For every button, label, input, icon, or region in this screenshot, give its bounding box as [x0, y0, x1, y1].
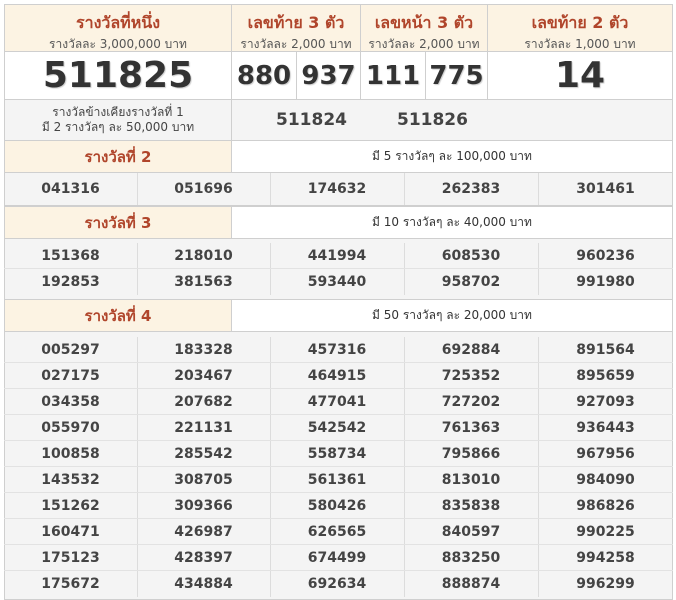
- prize4-number: 221131: [137, 415, 271, 441]
- prize4-number: 309366: [137, 493, 271, 519]
- prize4-number: 151262: [4, 493, 138, 519]
- side-prize-number-1: 511824: [276, 110, 347, 130]
- prize2-number: 051696: [137, 173, 271, 205]
- prize3-number: 593440: [270, 269, 405, 295]
- prize4-number: 727202: [404, 389, 539, 415]
- prize2-number: 041316: [4, 173, 138, 205]
- header-front3: เลขหน้า 3 ตัว รางวัลละ 2,000 บาท: [360, 4, 488, 52]
- prize4-number: 761363: [404, 415, 539, 441]
- prize4-desc: มี 50 รางวัลๆ ละ 20,000 บาท: [231, 299, 673, 332]
- prize2-label: รางวัลที่ 2: [4, 140, 232, 173]
- prize4-number: 725352: [404, 363, 539, 389]
- prize4-number: 542542: [270, 415, 405, 441]
- prize4-number: 986826: [538, 493, 673, 519]
- prize4-number: 100858: [4, 441, 138, 467]
- prize4-number: 927093: [538, 389, 673, 415]
- prize4-number: 984090: [538, 467, 673, 493]
- prize4-number: 426987: [137, 519, 271, 545]
- header-last3: เลขท้าย 3 ตัว รางวัลละ 2,000 บาท: [231, 4, 361, 52]
- prize3-number: 381563: [137, 269, 271, 295]
- header-first-prize: รางวัลที่หนึ่ง รางวัลละ 3,000,000 บาท: [4, 4, 232, 52]
- front3-number-1: 111: [360, 51, 426, 100]
- prize4-number: 835838: [404, 493, 539, 519]
- prize4-label: รางวัลที่ 4: [4, 299, 232, 332]
- last3-number-1: 880: [231, 51, 297, 100]
- prize2-number: 301461: [576, 181, 635, 197]
- side-prize-label-line2: มี 2 รางวัลๆ ละ 50,000 บาท: [41, 120, 195, 134]
- prize4-number: 883250: [404, 545, 539, 571]
- prize4-number: 428397: [137, 545, 271, 571]
- prize4-number: 795866: [404, 441, 539, 467]
- prize4-number: 477041: [270, 389, 405, 415]
- prize3-number: 151368: [4, 243, 138, 269]
- prize4-number: 895659: [538, 363, 673, 389]
- prize4-number: 990225: [538, 519, 673, 545]
- prize4-number: 143532: [4, 467, 138, 493]
- prize4-number: 175123: [4, 545, 138, 571]
- prize4-number: 285542: [137, 441, 271, 467]
- prize4-number: 203467: [137, 363, 271, 389]
- prize4-number: 626565: [270, 519, 405, 545]
- side-prize-numbers: 511824 511826: [231, 99, 673, 141]
- prize3-number: 991980: [576, 274, 635, 290]
- prize4-number: 580426: [270, 493, 405, 519]
- prize4-number: 692884: [404, 337, 539, 363]
- prize3-number: 192853: [4, 269, 138, 295]
- prize3-desc: มี 10 รางวัลๆ ละ 40,000 บาท: [231, 206, 673, 239]
- prize3-number: 441994: [270, 243, 405, 269]
- prize4-number: 207682: [137, 389, 271, 415]
- prize4-number: 674499: [270, 545, 405, 571]
- prize4-number: 561361: [270, 467, 405, 493]
- last2-number: 14: [487, 51, 673, 100]
- header-front3-title: เลขหน้า 3 ตัว: [374, 13, 474, 32]
- side-prize-label: รางวัลข้างเคียงรางวัลที่ 1 มี 2 รางวัลๆ …: [4, 99, 232, 141]
- prize3-number: 958702: [404, 269, 539, 295]
- prize4-number: 005297: [4, 337, 138, 363]
- prize4-number: 967956: [538, 441, 673, 467]
- first-prize-number: 511825: [4, 51, 232, 100]
- prize4-number: 034358: [4, 389, 138, 415]
- prize3-label: รางวัลที่ 3: [4, 206, 232, 239]
- prize4-number: 175672: [4, 571, 138, 597]
- header-last2-title: เลขท้าย 2 ตัว: [531, 13, 629, 32]
- prize4-number: 936443: [538, 415, 673, 441]
- prize4-number: 464915: [270, 363, 405, 389]
- prize4-number: 813010: [404, 467, 539, 493]
- prize2-desc: มี 5 รางวัลๆ ละ 100,000 บาท: [231, 140, 673, 173]
- prize4-number: 692634: [270, 571, 405, 597]
- last3-number-2: 937: [296, 51, 361, 100]
- prize3-number: 218010: [137, 243, 271, 269]
- header-first-prize-title: รางวัลที่หนึ่ง: [75, 13, 161, 32]
- prize4-number: 434884: [137, 571, 271, 597]
- prize4-number: 160471: [4, 519, 138, 545]
- prize4-number: 308705: [137, 467, 271, 493]
- header-last2: เลขท้าย 2 ตัว รางวัลละ 1,000 บาท: [487, 4, 673, 52]
- prize4-number: 183328: [137, 337, 271, 363]
- lottery-results-table: รางวัลที่หนึ่ง รางวัลละ 3,000,000 บาท เล…: [0, 0, 676, 600]
- prize4-number: 888874: [404, 571, 539, 597]
- header-last3-title: เลขท้าย 3 ตัว: [247, 13, 345, 32]
- front3-number-2: 775: [425, 51, 488, 100]
- prize2-number: 174632: [270, 173, 405, 205]
- prize2-number: 262383: [404, 173, 539, 205]
- prize4-number: 457316: [270, 337, 405, 363]
- prize3-number: 960236: [538, 243, 673, 269]
- prize4-number: 891564: [538, 337, 673, 363]
- prize4-number: 840597: [404, 519, 539, 545]
- prize4-number: 027175: [4, 363, 138, 389]
- side-prize-label-line1: รางวัลข้างเคียงรางวัลที่ 1: [52, 105, 184, 119]
- prize4-number: 996299: [576, 576, 635, 592]
- prize4-number: 055970: [4, 415, 138, 441]
- prize4-number: 558734: [270, 441, 405, 467]
- prize4-number: 994258: [538, 545, 673, 571]
- prize3-number: 608530: [404, 243, 539, 269]
- side-prize-number-2: 511826: [396, 110, 468, 130]
